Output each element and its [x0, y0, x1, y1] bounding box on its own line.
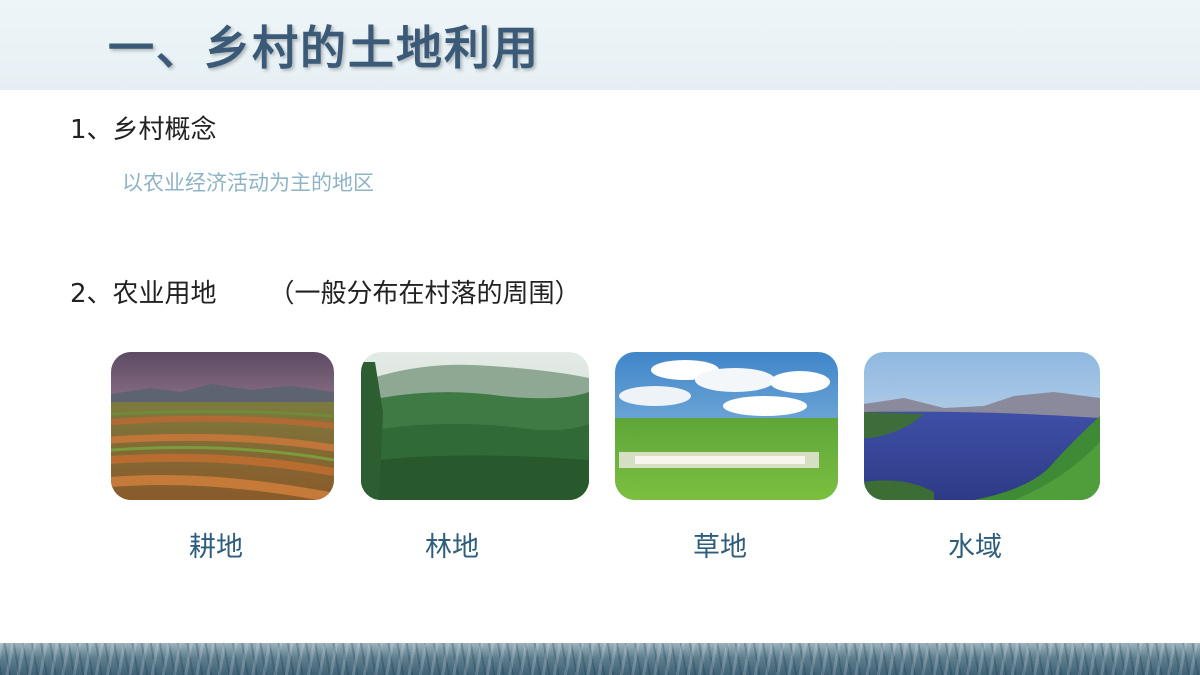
section1-heading: 1、乡村概念 [70, 115, 217, 145]
caption-water: 水域 [948, 532, 1002, 563]
section2-note: （一般分布在村落的周围） [268, 279, 581, 309]
farmland-photo [111, 352, 334, 500]
rural-definition: 以农业经济活动为主的地区 [122, 171, 374, 195]
section2-heading-block: 2、农业用地 （一般分布在村落的周围） [70, 276, 590, 312]
caption-farmland: 耕地 [189, 532, 243, 563]
caption-grassland: 草地 [693, 532, 747, 563]
water-photo [864, 352, 1100, 500]
section2-heading: 2、农业用地 [70, 279, 217, 309]
caption-forest: 林地 [425, 532, 479, 563]
slide-title: 一、乡村的土地利用 [108, 21, 540, 75]
sea-strip-decoration [0, 643, 1200, 675]
grassland-photo [615, 352, 838, 500]
forest-photo [361, 352, 589, 500]
